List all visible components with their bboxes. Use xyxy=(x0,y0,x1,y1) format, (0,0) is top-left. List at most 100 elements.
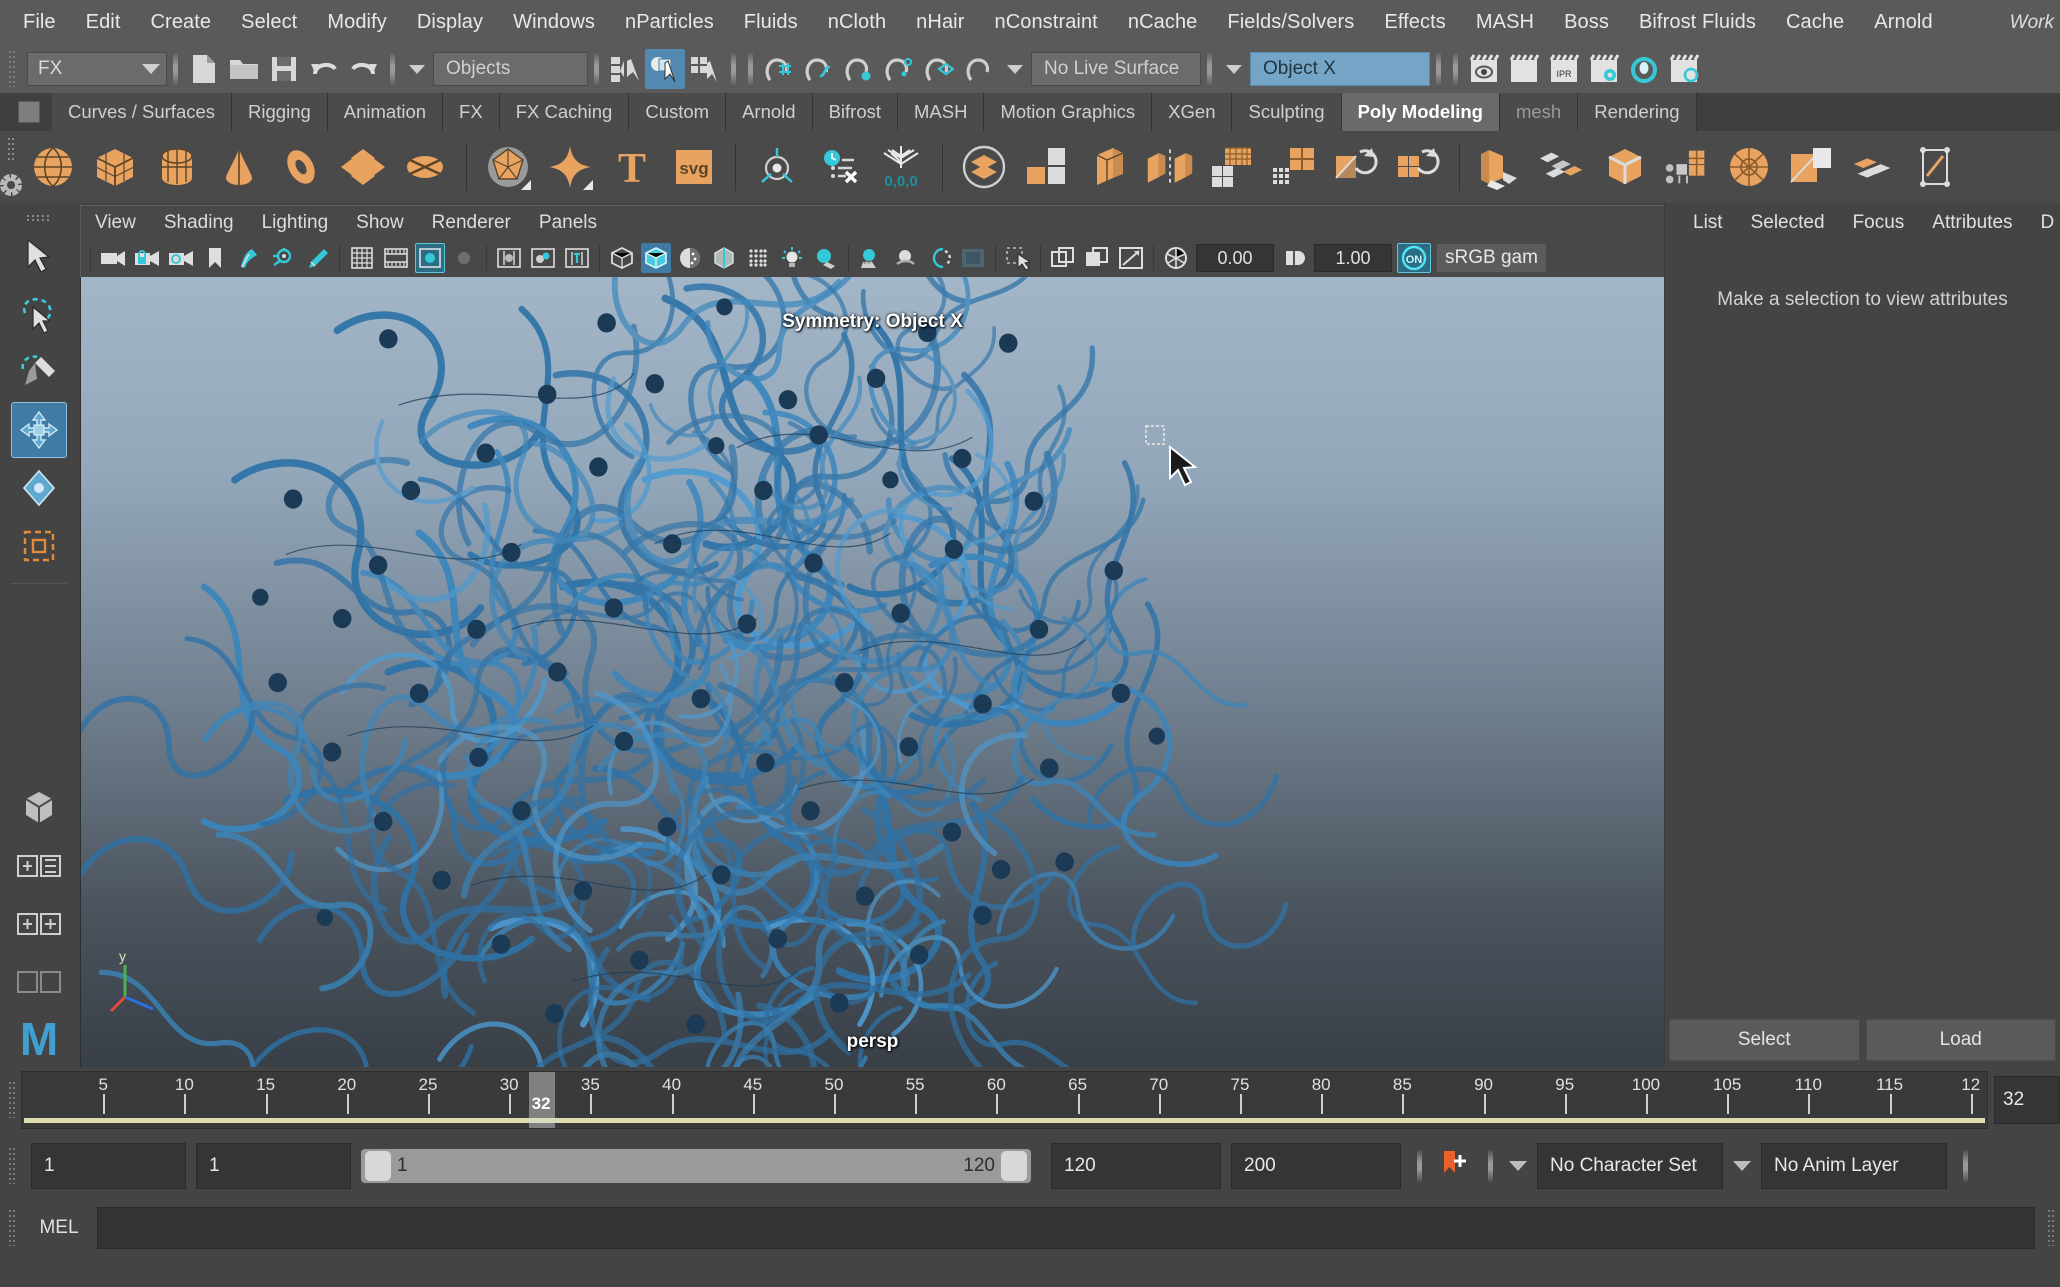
shelf-tab-bifrost[interactable]: Bifrost xyxy=(812,93,899,131)
shade-wireframe-icon[interactable] xyxy=(675,243,705,273)
menu-set-selector[interactable]: FX xyxy=(27,52,167,86)
ae-tab-list[interactable]: List xyxy=(1679,212,1737,234)
two-d-pan-zoom-icon[interactable] xyxy=(268,243,298,273)
hypershade-icon[interactable] xyxy=(1624,49,1664,89)
range-slider-grip[interactable] xyxy=(8,1148,17,1184)
ipr-render-icon[interactable]: IPR xyxy=(1544,49,1584,89)
menu-nparticles[interactable]: nParticles xyxy=(610,7,729,38)
symmetry-field[interactable]: Object X xyxy=(1250,52,1430,86)
circularize-icon[interactable] xyxy=(1724,142,1774,192)
menu-fluids[interactable]: Fluids xyxy=(729,7,813,38)
viewport-menu-show[interactable]: Show xyxy=(342,212,418,234)
ae-load-button[interactable]: Load xyxy=(1865,1019,2056,1061)
toolbox-grip[interactable] xyxy=(27,213,51,223)
auto-keyframe-icon[interactable] xyxy=(1438,1146,1472,1186)
anim-start-field[interactable]: 1 xyxy=(31,1143,186,1189)
menu-nhair[interactable]: nHair xyxy=(901,7,979,38)
menu-nconstraint[interactable]: nConstraint xyxy=(979,7,1112,38)
character-set-chevron-icon[interactable] xyxy=(1509,1161,1527,1171)
menu-bifrost-fluids[interactable]: Bifrost Fluids xyxy=(1624,7,1771,38)
gate-mask-icon[interactable] xyxy=(449,243,479,273)
select-by-component-icon[interactable] xyxy=(685,49,725,89)
booleans-icon[interactable] xyxy=(1145,142,1195,192)
viewport-snapshot-icon[interactable] xyxy=(1116,243,1146,273)
lasso-select-tool[interactable] xyxy=(11,286,67,342)
grid-toggle-icon[interactable] xyxy=(347,243,377,273)
poly-platonic-solid-icon[interactable] xyxy=(483,142,533,192)
shelf-tab-mash[interactable]: MASH xyxy=(898,93,985,131)
xray-display-icon[interactable] xyxy=(1048,243,1078,273)
shelf-tab-motion-graphics[interactable]: Motion Graphics xyxy=(984,93,1153,131)
shelf-tab-arnold[interactable]: Arnold xyxy=(726,93,813,131)
xray-toggle-icon[interactable] xyxy=(494,243,524,273)
time-slider-grip[interactable] xyxy=(8,1082,17,1118)
open-scene-icon[interactable] xyxy=(224,49,264,89)
poly-type-icon[interactable]: T xyxy=(607,142,657,192)
gamma-toggle-button[interactable]: ON xyxy=(1397,243,1431,273)
rotate-tool[interactable] xyxy=(11,460,67,516)
symmetry-chevron-icon[interactable] xyxy=(1226,64,1242,74)
anim-end-field[interactable]: 200 xyxy=(1231,1143,1401,1189)
select-by-object-icon[interactable] xyxy=(645,49,685,89)
freeze-transform-icon[interactable]: 0,0,0 xyxy=(876,142,926,192)
menu-select[interactable]: Select xyxy=(226,7,312,38)
shelf-tab-fx-caching[interactable]: FX Caching xyxy=(499,93,630,131)
shelf-tab-sculpting[interactable]: Sculpting xyxy=(1232,93,1342,131)
status-line-grip[interactable] xyxy=(8,51,17,87)
shelf-tab-mesh[interactable]: mesh xyxy=(1499,93,1579,131)
redo-icon[interactable] xyxy=(344,49,384,89)
delete-history-icon[interactable] xyxy=(814,142,864,192)
paint-select-tool[interactable] xyxy=(11,344,67,400)
mirror-icon[interactable] xyxy=(1207,142,1257,192)
xray-joints-icon[interactable] xyxy=(528,243,558,273)
menu-modify[interactable]: Modify xyxy=(312,7,402,38)
shadows-icon[interactable] xyxy=(811,243,841,273)
menu-ncloth[interactable]: nCloth xyxy=(813,7,901,38)
menu-cache[interactable]: Cache xyxy=(1771,7,1859,38)
command-line-grip-right[interactable] xyxy=(2047,1210,2056,1246)
combine-icon[interactable] xyxy=(959,142,1009,192)
menu-boss[interactable]: Boss xyxy=(1549,7,1624,38)
playback-start-field[interactable]: 1 xyxy=(196,1143,351,1189)
gear-icon[interactable] xyxy=(0,174,22,196)
anim-layer-chevron-icon[interactable] xyxy=(1733,1161,1751,1171)
hardware-texturing-icon[interactable] xyxy=(743,243,773,273)
poly-sphere-icon[interactable] xyxy=(28,142,78,192)
layout-four-panes-icon[interactable] xyxy=(11,954,67,1010)
lock-camera-icon[interactable] xyxy=(132,243,162,273)
ae-tab-display[interactable]: D xyxy=(2027,212,2060,234)
command-input-field[interactable] xyxy=(97,1207,2035,1249)
menu-effects[interactable]: Effects xyxy=(1369,7,1460,38)
range-start-handle[interactable] xyxy=(365,1151,391,1181)
film-gate-icon[interactable] xyxy=(381,243,411,273)
shelf-grip[interactable] xyxy=(0,131,22,203)
snap-to-view-plane-icon[interactable] xyxy=(959,49,999,89)
poly-plane-icon[interactable] xyxy=(338,142,388,192)
range-slider-bar[interactable]: 1 120 xyxy=(361,1149,1031,1183)
menu-fields-solvers[interactable]: Fields/Solvers xyxy=(1212,7,1369,38)
poly-cube-icon[interactable] xyxy=(90,142,140,192)
command-line-grip[interactable] xyxy=(8,1210,17,1246)
shelf-tab-rendering[interactable]: Rendering xyxy=(1578,93,1697,131)
center-pivot-icon[interactable] xyxy=(752,142,802,192)
undo-icon[interactable] xyxy=(304,49,344,89)
separate-icon[interactable] xyxy=(1021,142,1071,192)
live-surface-field[interactable]: No Live Surface xyxy=(1031,52,1201,86)
target-weld-icon[interactable] xyxy=(1848,142,1898,192)
merge-icon[interactable] xyxy=(1662,142,1712,192)
resolution-gate-icon[interactable] xyxy=(415,243,445,273)
snap-to-point-icon[interactable] xyxy=(839,49,879,89)
menu-arnold[interactable]: Arnold xyxy=(1859,7,1947,38)
smooth-shade-all-icon[interactable] xyxy=(641,243,671,273)
select-by-hierarchy-icon[interactable] xyxy=(605,49,645,89)
bevel-icon[interactable] xyxy=(1476,142,1526,192)
perspective-viewport[interactable]: Symmetry: Object X persp y xyxy=(80,277,1664,1067)
workspace-label[interactable]: Work xyxy=(2010,12,2054,34)
poly-super-shape-icon[interactable] xyxy=(545,142,595,192)
isolate-select-icon[interactable] xyxy=(1003,243,1033,273)
anim-layer-field[interactable]: No Anim Layer xyxy=(1761,1143,1947,1189)
ae-select-button[interactable]: Select xyxy=(1669,1019,1860,1061)
shelf-tab-rigging[interactable]: Rigging xyxy=(232,93,328,131)
viewport-menu-renderer[interactable]: Renderer xyxy=(418,212,525,234)
menu-ncache[interactable]: nCache xyxy=(1113,7,1213,38)
